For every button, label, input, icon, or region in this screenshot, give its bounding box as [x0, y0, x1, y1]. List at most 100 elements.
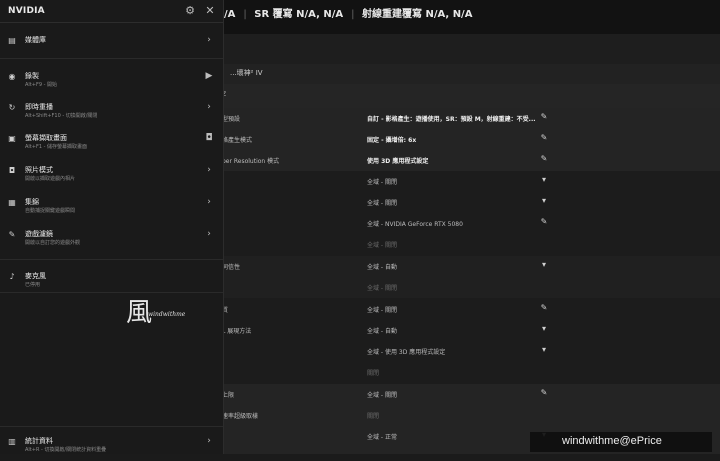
setting-value: 全域 - NVIDIA GeForce RTX 5080	[367, 221, 463, 228]
watermark-logo: 風 windwithme	[126, 298, 216, 334]
film-icon: ▤	[8, 36, 16, 45]
settings-tab-row: Z	[222, 84, 720, 109]
setting-row[interactable]: 全域 - NVIDIA GeForce RTX 5080 ✎	[222, 213, 720, 234]
menu-item-media-library[interactable]: ▤ 媒體庫 ›	[0, 32, 223, 60]
setting-label: per Resolution 模式	[222, 158, 280, 165]
replay-icon: ↻	[8, 103, 16, 112]
close-icon[interactable]: ✕	[203, 4, 217, 18]
menu-item-title: 媒體庫	[25, 36, 46, 44]
edit-icon: ✎	[8, 230, 16, 239]
menu-item-title: 照片模式	[25, 166, 53, 174]
watermark-text: windwithme@ePrice	[562, 435, 662, 447]
edit-icon[interactable]: ✎	[539, 388, 549, 398]
setting-row[interactable]: 全域 - 關閉 ▾	[222, 192, 720, 213]
overlay-panel: NVIDIA ⚙ ✕ ▤ 媒體庫 › ◉ 錄製 Alt+F9 - 開始 ▶ ↻ 即時重播 Alt+…	[0, 0, 224, 454]
logo-text: windwithme	[148, 311, 186, 318]
setting-value: 關閉	[367, 370, 380, 377]
setting-label: 型預設	[222, 116, 241, 123]
camera-icon: ◘	[8, 166, 16, 175]
menu-item-game-filter[interactable]: ✎ 遊戲濾鏡 開啟以自訂您的遊戲外觀 ›	[0, 226, 223, 254]
setting-row[interactable]: 全域 - 關閉	[222, 277, 720, 298]
setting-value: 自訂 - 影格產生：遊播使用，SR：預設 M，射線重建：不受...	[367, 116, 536, 123]
chevron-right-icon[interactable]: ›	[204, 436, 214, 446]
setting-row[interactable]: 全域 - 關閉	[222, 234, 720, 255]
setting-row[interactable]: 速率超級取樣 關閉	[222, 405, 720, 426]
edit-icon[interactable]: ✎	[539, 154, 549, 164]
chevron-right-icon[interactable]: ›	[204, 197, 214, 207]
setting-row[interactable]: 關閉	[222, 362, 720, 383]
setting-value: 全域 - 自動	[367, 328, 397, 335]
divider	[0, 22, 223, 23]
header-status-3: 射線重建覆寫 N/A, N/A	[361, 9, 473, 20]
chevron-right-icon[interactable]: ›	[204, 165, 214, 175]
setting-value: 全域 - 自動	[367, 264, 397, 271]
menu-item-subtitle: 自動捕捉關鍵遊戲瞬間	[25, 208, 76, 214]
camera-icon[interactable]: ◘	[204, 133, 214, 143]
chevron-right-icon[interactable]: ›	[204, 229, 214, 239]
setting-value: 使用 3D 應用程式設定	[367, 158, 429, 165]
menu-item-subtitle: Alt+F1 - 儲存螢幕擷取畫面	[25, 144, 88, 150]
setting-value: 全域 - 關閉	[367, 179, 397, 186]
setting-value: 全域 - 使用 3D 應用程式設定	[367, 349, 446, 356]
menu-item-title: 錄製	[25, 72, 39, 80]
setting-value: 全域 - 關閉	[367, 392, 397, 399]
setting-row[interactable]: 型預設 自訂 - 影格產生：遊播使用，SR：預設 M，射線重建：不受... ✎	[222, 108, 720, 129]
header-status: /A | SR 覆寫 N/A, N/A | 射線重建覆寫 N/A, N/A	[224, 9, 473, 20]
divider	[0, 292, 223, 293]
setting-value: 全域 - 關閉	[367, 307, 397, 314]
header-status-1: /A	[224, 9, 236, 20]
setting-row[interactable]: 全域 - 使用 3D 應用程式設定 ▾	[222, 341, 720, 362]
divider	[0, 259, 223, 260]
gear-icon[interactable]: ⚙	[183, 4, 197, 18]
microphone-icon: ♪	[9, 272, 15, 281]
watermark: windwithme@ePrice	[530, 432, 712, 452]
setting-row[interactable]: 全域 - 關閉 ▾	[222, 171, 720, 192]
edit-icon[interactable]: ✎	[539, 112, 549, 122]
menu-item-title: 即時重播	[25, 103, 53, 111]
edit-icon[interactable]: ✎	[539, 303, 549, 313]
menu-item-subtitle: Alt+R - 切換開啟/關閉統計資料重疊	[25, 447, 107, 453]
dropdown-icon[interactable]: ▾	[539, 175, 549, 185]
menu-item-subtitle: 已停用	[25, 282, 41, 288]
menu-item-title: 集錦	[25, 198, 39, 206]
setting-row[interactable]: per Resolution 模式 使用 3D 應用程式設定 ✎	[222, 150, 720, 171]
stats-icon: ▥	[8, 437, 16, 446]
image-icon: ▣	[8, 134, 16, 143]
menu-item-photo-mode[interactable]: ◘ 照片模式 開啟以擷取遊戲內相片 ›	[0, 162, 223, 190]
setting-value: 全域 - 關閉	[367, 200, 397, 207]
game-header[interactable]: ...壞神² IV	[222, 64, 720, 85]
edit-icon[interactable]: ✎	[539, 217, 549, 227]
setting-row[interactable]: 格產生模式 固定 - 攝增倍: 6x ✎	[222, 129, 720, 150]
setting-label: 速率超級取樣	[222, 413, 259, 420]
setting-value: 固定 - 攝增倍: 6x	[367, 137, 417, 144]
menu-item-title: 遊戲濾鏡	[25, 230, 53, 238]
dropdown-icon[interactable]: ▾	[539, 324, 549, 334]
setting-value: 全域 - 正常	[367, 434, 397, 441]
setting-row[interactable]: L 展現方法 全域 - 自動 ▾	[222, 320, 720, 341]
setting-row[interactable]: 質全域 - 關閉 ✎	[222, 299, 720, 320]
sub-toolbar	[222, 34, 720, 65]
menu-item-statistics[interactable]: ▥ 統計資料 Alt+R - 切換開啟/關閉統計資料重疊 ›	[0, 433, 223, 461]
game-title: ...壞神² IV	[230, 69, 263, 77]
setting-value: 全域 - 關閉	[367, 285, 397, 292]
dropdown-icon[interactable]: ▾	[539, 196, 549, 206]
header-status-2: SR 覆寫 N/A, N/A	[254, 9, 344, 20]
setting-label: 格產生模式	[222, 137, 253, 144]
dropdown-icon[interactable]: ▾	[539, 260, 549, 270]
menu-item-subtitle: Alt+F9 - 開始	[25, 82, 57, 88]
chevron-right-icon[interactable]: ›	[204, 102, 214, 112]
setting-value: 全域 - 關閉	[367, 242, 397, 249]
edit-icon[interactable]: ✎	[539, 133, 549, 143]
play-icon[interactable]: ▶	[204, 71, 214, 81]
chevron-right-icon[interactable]: ›	[204, 35, 214, 45]
clapper-icon: ▦	[8, 198, 16, 207]
menu-item-record[interactable]: ◉ 錄製 Alt+F9 - 開始 ▶	[0, 68, 223, 96]
setting-row[interactable]: 同信性 全域 - 自動 ▾	[222, 256, 720, 277]
setting-label: 同信性	[222, 264, 241, 271]
dropdown-icon[interactable]: ▾	[539, 345, 549, 355]
menu-item-instant-replay[interactable]: ↻ 即時重播 Alt+Shift+F10 - 切換開啟/關閉 ›	[0, 99, 223, 127]
menu-item-highlights[interactable]: ▦ 集錦自動捕捉關鍵遊戲瞬間 ›	[0, 194, 223, 222]
setting-row[interactable]: 上限 全域 - 關閉 ✎	[222, 384, 720, 405]
record-icon: ◉	[8, 72, 16, 81]
menu-item-screenshot[interactable]: ▣ 螢幕擷取畫面 Alt+F1 - 儲存螢幕擷取畫面 ◘	[0, 130, 223, 158]
